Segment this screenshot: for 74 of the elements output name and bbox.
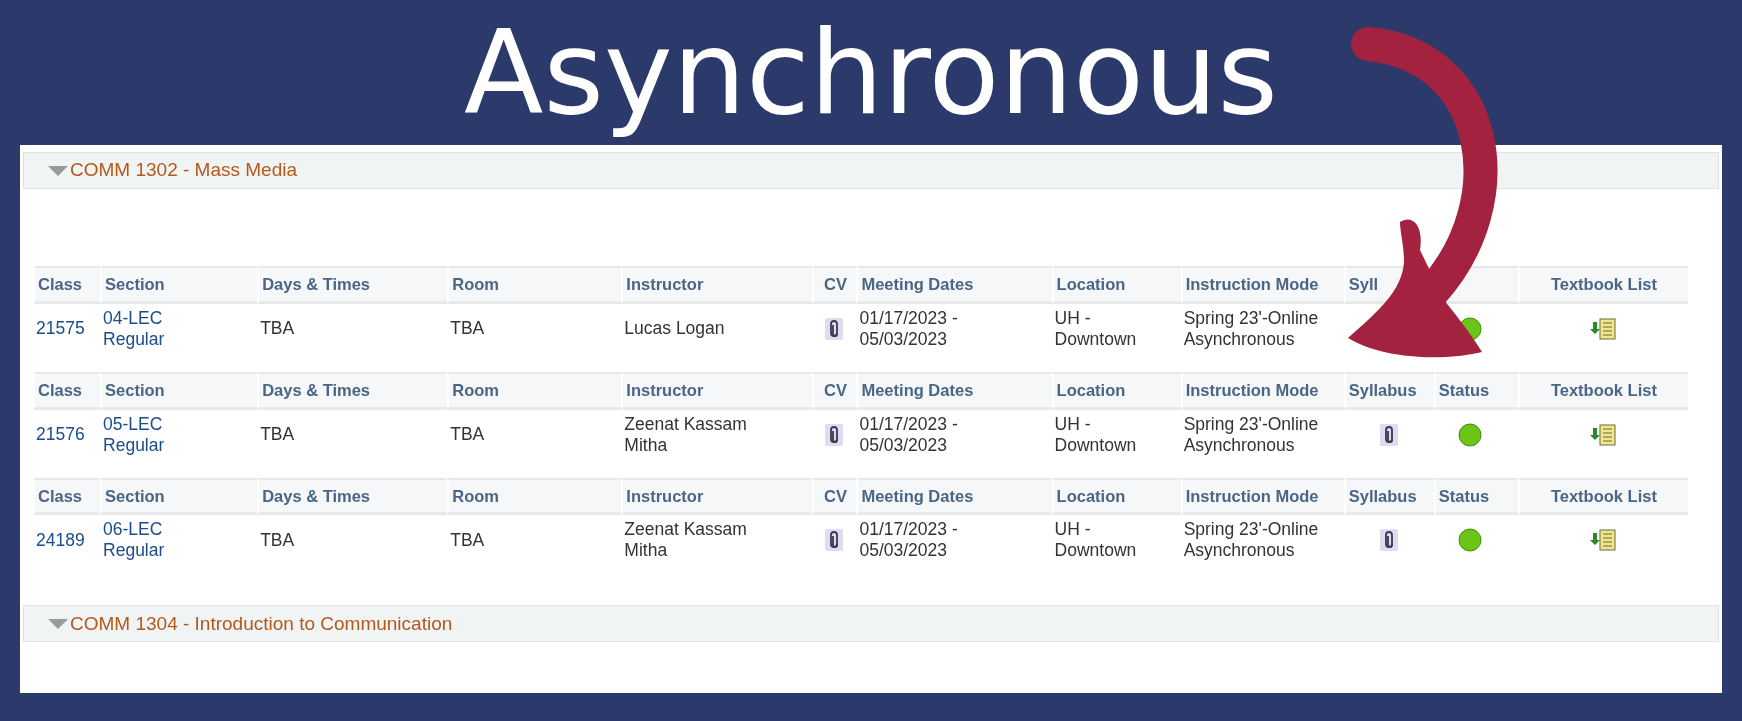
table-cell-text: 01/17/2023 - 05/03/2023 — [859, 519, 959, 562]
page-title: Asynchronous — [464, 4, 1278, 142]
table-cell-text: Spring 23'-Online Asynchronous — [1183, 519, 1320, 562]
table-cell-text: Spring 23'-Online Asynchronous — [1183, 413, 1320, 456]
column-header: Instruction Mode — [1185, 380, 1319, 399]
column-header: Days & Times — [262, 486, 371, 505]
table-cell: TBA — [260, 318, 295, 340]
table-cell-text: UH - Downtown — [1054, 413, 1138, 456]
paperclip-icon[interactable] — [825, 529, 844, 552]
column-header: Section — [105, 486, 165, 505]
column-header: Room — [452, 275, 499, 293]
column-header: Meeting Dates — [861, 275, 974, 293]
column-header: Instruction Mode — [1185, 486, 1319, 505]
table-cell: TBA — [260, 424, 295, 445]
column-header: Instructor — [626, 486, 704, 505]
column-header: Syllabus — [1348, 380, 1417, 399]
table-cell-text: UH - Downtown — [1054, 307, 1138, 350]
class-number-link[interactable]: 21576 — [36, 424, 85, 445]
column-header: Syllabus — [1348, 486, 1417, 505]
table-cell: TBA — [260, 529, 295, 551]
table-cell-text: 01/17/2023 - 05/03/2023 — [859, 413, 959, 456]
column-header: Status — [1438, 380, 1490, 399]
textbook-download-icon[interactable] — [1589, 423, 1616, 446]
paperclip-icon[interactable] — [1379, 529, 1398, 552]
column-header: Textbook List — [1550, 486, 1657, 505]
column-header: Class — [38, 275, 83, 293]
table-cell: TBA — [450, 424, 485, 445]
column-header: Instruction Mode — [1185, 275, 1319, 293]
course-header-bar[interactable]: COMM 1302 - Mass Media — [23, 152, 1719, 189]
column-header: Days & Times — [262, 275, 371, 293]
section-link[interactable]: 06-LEC Regular — [103, 519, 184, 562]
column-header: CV — [824, 486, 847, 505]
column-header: Meeting Dates — [861, 486, 974, 505]
section-link[interactable]: 05-LEC Regular — [103, 413, 184, 456]
class-number-link[interactable]: 21575 — [36, 318, 85, 340]
column-header: Status — [1438, 486, 1490, 505]
table-cell-text: Zeenat Kassam Mitha — [624, 413, 748, 456]
column-header: Textbook List — [1550, 380, 1657, 399]
column-header: Section — [105, 275, 165, 293]
course-title[interactable]: COMM 1304 - Introduction to Communication — [70, 609, 453, 638]
table-cell-text: 01/17/2023 - 05/03/2023 — [859, 307, 959, 350]
column-header: Textbook List — [1550, 275, 1657, 293]
column-header: Section — [105, 380, 165, 399]
paperclip-icon[interactable] — [825, 423, 844, 446]
collapse-triangle-icon[interactable] — [48, 618, 68, 629]
column-header: Instructor — [626, 275, 704, 293]
section-link[interactable]: 04-LEC Regular — [103, 307, 184, 350]
class-number-link[interactable]: 24189 — [36, 529, 85, 551]
column-header: CV — [824, 275, 847, 293]
table-cell-text: Spring 23'-Online Asynchronous — [1183, 307, 1320, 350]
table-cell-text: Zeenat Kassam Mitha — [624, 519, 748, 562]
paperclip-icon[interactable] — [1379, 423, 1398, 446]
table-cell: TBA — [450, 318, 485, 340]
table-cell: TBA — [450, 529, 485, 551]
column-header: Class — [38, 486, 83, 505]
table-cell-text: UH - Downtown — [1054, 519, 1138, 562]
textbook-download-icon[interactable] — [1589, 317, 1616, 340]
column-header: Syll — [1348, 275, 1379, 293]
textbook-download-icon[interactable] — [1589, 529, 1616, 552]
column-header: Days & Times — [262, 380, 371, 399]
column-header: Room — [452, 486, 499, 505]
paperclip-icon[interactable] — [825, 317, 844, 340]
collapse-triangle-icon[interactable] — [48, 165, 68, 176]
column-header: CV — [824, 380, 847, 399]
column-header: Location — [1056, 275, 1126, 293]
column-header: Instructor — [626, 380, 704, 399]
column-header: Room — [452, 380, 499, 399]
column-header: Location — [1056, 380, 1126, 399]
column-header: Location — [1056, 486, 1126, 505]
course-title[interactable]: COMM 1302 - Mass Media — [70, 156, 297, 185]
column-header: Meeting Dates — [861, 380, 974, 399]
column-header: Class — [38, 380, 83, 399]
table-cell-text: Lucas Logan — [624, 318, 726, 340]
course-header-bar[interactable]: COMM 1304 - Introduction to Communication — [23, 605, 1719, 643]
